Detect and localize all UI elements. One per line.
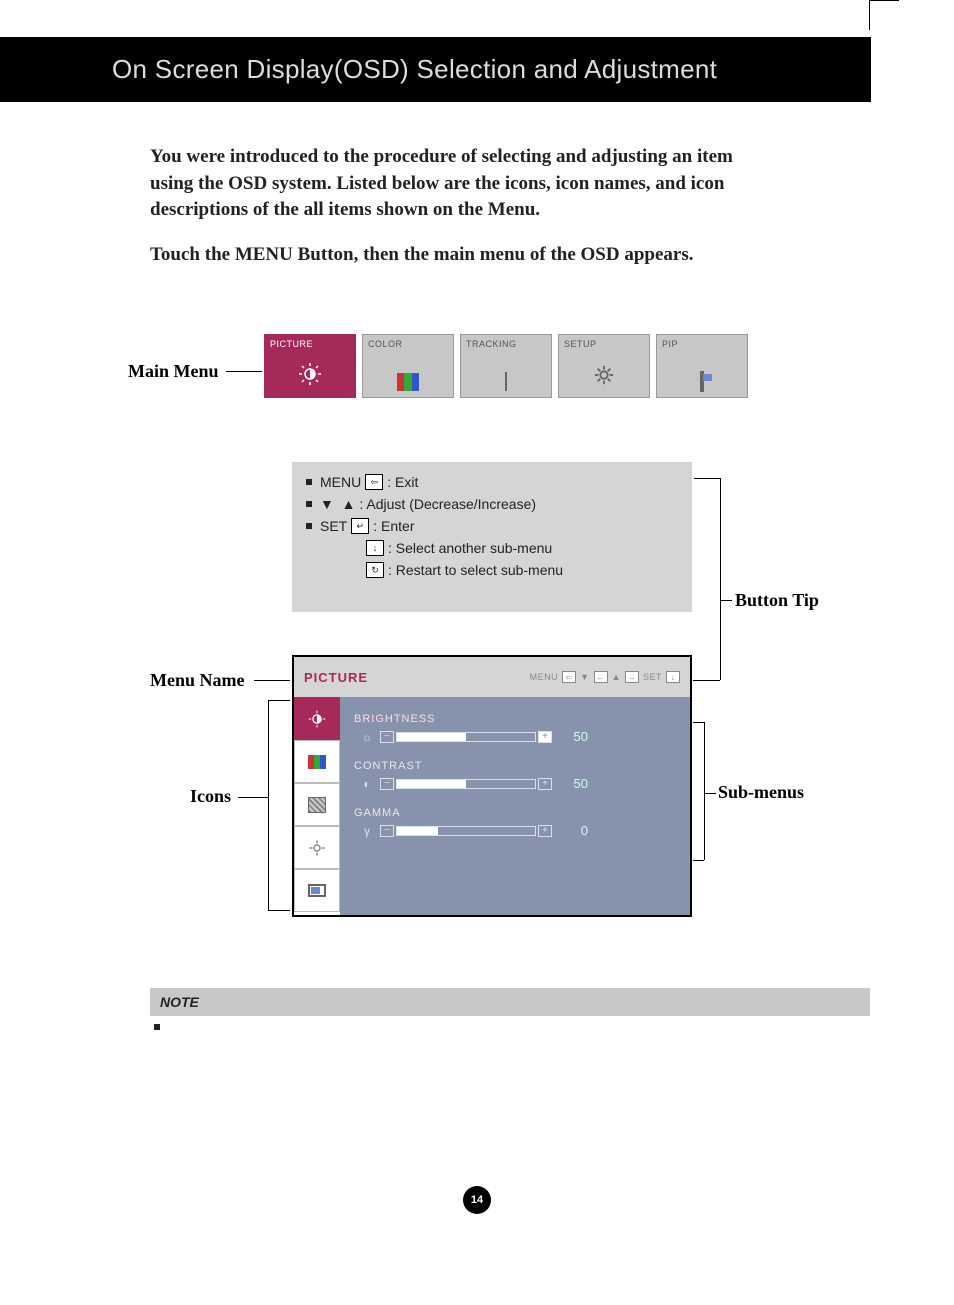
set-key-icon[interactable]: ↓: [666, 671, 680, 683]
sidebar-item-picture[interactable]: [294, 697, 340, 740]
right-key-icon[interactable]: →: [625, 671, 639, 683]
gamma-icon: γ: [354, 824, 380, 838]
note-bullet: [154, 1024, 160, 1030]
increase-button[interactable]: +: [538, 825, 552, 837]
button-tip-box: MENU ⇦ : Exit ▼ ▲ : Adjust (Decrease/Inc…: [292, 462, 692, 612]
osd-header: PICTURE MENU⇦ ▼← ▲→ SET↓: [294, 657, 690, 697]
osd-menu-name: PICTURE: [304, 670, 368, 685]
sidebar-item-setup[interactable]: [294, 826, 340, 869]
intro-text: You were introduced to the procedure of …: [150, 144, 760, 286]
brightness-slider[interactable]: [396, 732, 536, 742]
decrease-button[interactable]: −: [380, 731, 394, 743]
osd-panel: PICTURE MENU⇦ ▼← ▲→ SET↓ BRIGHTNESS: [292, 655, 692, 917]
note-label: NOTE: [160, 994, 199, 1010]
main-menu-tabs: PICTURE COLOR TRACKING SETUP PIP: [264, 334, 748, 398]
tab-picture[interactable]: PICTURE: [264, 334, 356, 398]
osd-sidebar: [294, 697, 340, 915]
contrast-slider[interactable]: [396, 779, 536, 789]
brightness-icon: [298, 362, 322, 391]
pip-icon: [700, 373, 704, 391]
brightness-icon: ☼: [354, 730, 380, 744]
callout-main-menu: Main Menu: [128, 361, 219, 382]
contrast-icon: ◐: [354, 777, 380, 791]
page-title: On Screen Display(OSD) Selection and Adj…: [112, 54, 717, 85]
decrease-button[interactable]: −: [380, 778, 394, 790]
increase-button[interactable]: +: [538, 731, 552, 743]
color-icon: [397, 373, 419, 391]
intro-paragraph-1: You were introduced to the procedure of …: [150, 144, 760, 224]
intro-paragraph-2: Touch the MENU Button, then the main men…: [150, 242, 760, 269]
header-band: On Screen Display(OSD) Selection and Adj…: [0, 37, 871, 102]
down-triangle-icon: ▼: [320, 496, 334, 512]
decrease-button[interactable]: −: [380, 825, 394, 837]
tab-color[interactable]: COLOR: [362, 334, 454, 398]
page-number: 14: [463, 1186, 491, 1214]
brightness-value: 50: [552, 729, 588, 744]
callout-sub-menus: Sub-menus: [718, 782, 804, 803]
callout-button-tip: Button Tip: [735, 590, 819, 611]
left-key-icon[interactable]: ←: [594, 671, 608, 683]
up-triangle-icon: ▲: [342, 496, 356, 512]
osd-item-gamma[interactable]: GAMMA γ − + 0: [354, 807, 676, 838]
enter-icon: ↵: [351, 518, 369, 534]
gamma-value: 0: [552, 823, 588, 838]
exit-icon: ⇦: [365, 474, 383, 490]
callout-line: [226, 371, 262, 372]
menu-key-icon[interactable]: ⇦: [562, 671, 576, 683]
sidebar-item-color[interactable]: [294, 740, 340, 783]
osd-content: BRIGHTNESS ☼ − + 50 CONTRAST ◐ − + 50: [340, 697, 690, 915]
down-arrow-icon: ↓: [366, 540, 384, 556]
restart-icon: ↻: [366, 562, 384, 578]
tab-setup[interactable]: SETUP: [558, 334, 650, 398]
tab-pip[interactable]: PIP: [656, 334, 748, 398]
osd-item-brightness[interactable]: BRIGHTNESS ☼ − + 50: [354, 713, 676, 744]
gamma-slider[interactable]: [396, 826, 536, 836]
contrast-value: 50: [552, 776, 588, 791]
osd-item-contrast[interactable]: CONTRAST ◐ − + 50: [354, 760, 676, 791]
tracking-icon: [505, 373, 507, 391]
tab-tracking[interactable]: TRACKING: [460, 334, 552, 398]
callout-icons: Icons: [190, 786, 231, 807]
callout-menu-name: Menu Name: [150, 670, 244, 691]
down-triangle-icon: ▼: [580, 672, 589, 682]
sidebar-item-pip[interactable]: [294, 869, 340, 912]
sidebar-item-tracking[interactable]: [294, 783, 340, 826]
increase-button[interactable]: +: [538, 778, 552, 790]
osd-header-controls: MENU⇦ ▼← ▲→ SET↓: [530, 671, 680, 683]
up-triangle-icon: ▲: [612, 672, 621, 682]
note-bar: NOTE: [150, 988, 870, 1016]
gear-icon: [593, 364, 615, 391]
